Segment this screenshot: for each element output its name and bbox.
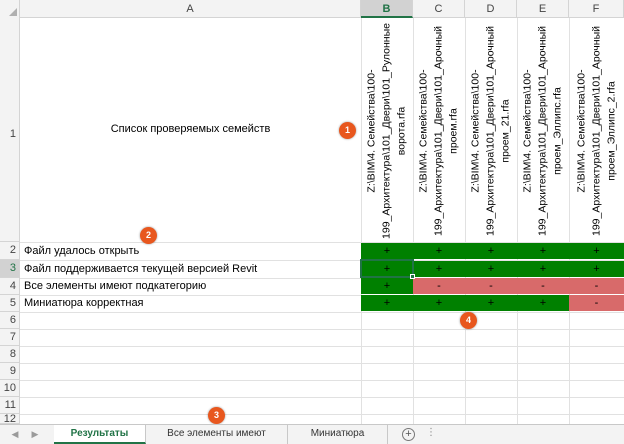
result-cell[interactable]: - bbox=[569, 295, 624, 311]
result-cell[interactable]: - bbox=[517, 278, 569, 294]
result-cell[interactable]: + bbox=[361, 243, 413, 259]
result-cell[interactable]: - bbox=[465, 278, 517, 294]
result-cell[interactable]: - bbox=[413, 278, 465, 294]
add-sheet-icon[interactable]: + bbox=[402, 428, 415, 441]
result-cell[interactable]: + bbox=[465, 243, 517, 259]
sheet-tab-thumbnail[interactable]: Миниатюра корректная bbox=[288, 425, 388, 444]
row-header-3[interactable]: 3 bbox=[0, 260, 20, 278]
family-path-b: Z:\BIM\4. Семейства\100-199_Архитектура\… bbox=[365, 23, 408, 239]
row-header-10[interactable]: 10 bbox=[0, 380, 20, 397]
family-header-d[interactable]: Z:\BIM\4. Семейства\100-199_Архитектура\… bbox=[466, 20, 516, 242]
fill-handle[interactable] bbox=[410, 274, 415, 279]
result-cell[interactable]: + bbox=[569, 243, 624, 259]
family-header-b[interactable]: Z:\BIM\4. Семейства\100-199_Архитектура\… bbox=[362, 20, 412, 242]
result-cell[interactable]: + bbox=[413, 243, 465, 259]
row-header-1[interactable]: 1 bbox=[0, 18, 20, 242]
result-cell[interactable]: + bbox=[569, 261, 624, 277]
callout-marker-4: 4 bbox=[460, 312, 477, 329]
select-all-corner[interactable] bbox=[0, 0, 20, 18]
row-header-9[interactable]: 9 bbox=[0, 363, 20, 380]
gridline bbox=[20, 312, 624, 313]
row-header-7[interactable]: 7 bbox=[0, 329, 20, 346]
active-cell-selection[interactable] bbox=[360, 259, 414, 278]
gridline bbox=[20, 329, 624, 330]
gridline bbox=[20, 380, 624, 381]
callout-marker-2: 2 bbox=[140, 227, 157, 244]
column-header-b[interactable]: B bbox=[361, 0, 413, 18]
gridline bbox=[20, 363, 624, 364]
row-header-8[interactable]: 8 bbox=[0, 346, 20, 363]
family-header-c[interactable]: Z:\BIM\4. Семейства\100-199_Архитектура\… bbox=[414, 20, 464, 242]
column-header-d[interactable]: D bbox=[465, 0, 517, 18]
gridline bbox=[20, 346, 624, 347]
result-cell[interactable]: + bbox=[465, 295, 517, 311]
sheet-tabs-bar: ◀ ▶ Результаты проверок Все элементы име… bbox=[0, 424, 624, 444]
row-header-11[interactable]: 11 bbox=[0, 397, 20, 414]
result-cell[interactable]: - bbox=[569, 278, 624, 294]
family-path-e: Z:\BIM\4. Семейства\100-199_Архитектура\… bbox=[521, 26, 564, 236]
column-header-bar: A B C D E F bbox=[0, 0, 624, 18]
result-cell[interactable]: + bbox=[361, 278, 413, 294]
next-sheet-icon[interactable]: ▶ bbox=[28, 427, 42, 441]
family-path-f: Z:\BIM\4. Семейства\100-199_Архитектура\… bbox=[575, 26, 617, 236]
family-path-c: Z:\BIM\4. Семейства\100-199_Архитектура\… bbox=[417, 26, 460, 236]
check-label-thumbnail[interactable]: Миниатюра корректная bbox=[24, 295, 144, 312]
sheet-tab-results[interactable]: Результаты проверок bbox=[54, 425, 146, 444]
column-header-e[interactable]: E bbox=[517, 0, 569, 18]
row-header-2[interactable]: 2 bbox=[0, 242, 20, 260]
column-header-c[interactable]: C bbox=[413, 0, 465, 18]
family-list-title[interactable]: Список проверяемых семейств bbox=[20, 123, 361, 135]
family-header-f[interactable]: Z:\BIM\4. Семейства\100-199_Архитектура\… bbox=[570, 20, 623, 242]
result-cell[interactable]: + bbox=[413, 261, 465, 277]
check-label-open[interactable]: Файл удалось открыть bbox=[24, 243, 139, 260]
select-all-icon bbox=[9, 8, 17, 16]
check-label-version[interactable]: Файл поддерживается текущей версией Revi… bbox=[24, 261, 257, 278]
callout-marker-1: 1 bbox=[339, 122, 356, 139]
check-label-subcategory[interactable]: Все элементы имеют подкатегорию bbox=[24, 278, 206, 295]
result-cell[interactable]: + bbox=[465, 261, 517, 277]
result-cell[interactable]: + bbox=[517, 295, 569, 311]
prev-sheet-icon[interactable]: ◀ bbox=[8, 427, 22, 441]
result-cell[interactable]: + bbox=[517, 243, 569, 259]
callout-marker-3: 3 bbox=[208, 407, 225, 424]
row-header-6[interactable]: 6 bbox=[0, 312, 20, 329]
gridline bbox=[20, 397, 624, 398]
row-header-12[interactable]: 12 bbox=[0, 414, 20, 425]
family-path-d: Z:\BIM\4. Семейства\100-199_Архитектура\… bbox=[469, 26, 512, 236]
row-header-4[interactable]: 4 bbox=[0, 278, 20, 295]
result-cell[interactable]: + bbox=[517, 261, 569, 277]
column-header-f[interactable]: F bbox=[569, 0, 624, 18]
gridline bbox=[20, 414, 624, 415]
row-header-5[interactable]: 5 bbox=[0, 295, 20, 312]
family-header-e[interactable]: Z:\BIM\4. Семейства\100-199_Архитектура\… bbox=[518, 20, 568, 242]
column-header-a[interactable]: A bbox=[20, 0, 361, 18]
result-cell[interactable]: + bbox=[361, 295, 413, 311]
tab-bar-resize-icon[interactable]: ⋮ bbox=[426, 427, 436, 438]
sheet-tab-subcategory[interactable]: Все элементы имеют подкатегорию bbox=[146, 425, 288, 444]
result-cell[interactable]: + bbox=[413, 295, 465, 311]
